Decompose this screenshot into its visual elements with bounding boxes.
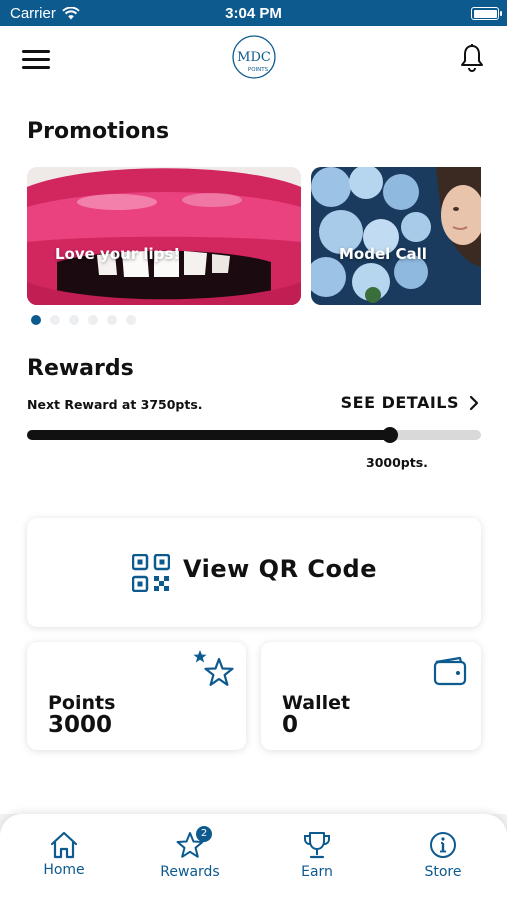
chevron-right-icon [469,395,479,410]
points-card[interactable]: Points 3000 [27,642,246,750]
info-icon [430,832,456,858]
progress-value: 3000pts. [366,455,428,470]
lips-image [27,167,301,305]
pagination-dot[interactable] [107,315,117,325]
promo-card-model-call[interactable]: Model Call [311,167,481,305]
qr-code-icon [132,554,170,592]
tab-store-label: Store [424,864,462,880]
tab-home[interactable]: Home [14,814,114,900]
rewards-badge: 2 [196,826,212,842]
pagination-dot[interactable] [69,315,79,325]
see-details-link[interactable]: SEE DETAILS [341,393,479,412]
pagination-dot[interactable] [88,315,98,325]
app-logo: MDC POINTS [232,35,276,79]
hamburger-menu-icon[interactable] [22,50,50,70]
rewards-title: Rewards [27,356,134,381]
tab-earn[interactable]: Earn [267,814,367,900]
tab-rewards[interactable]: 2 Rewards [140,814,240,900]
tab-home-label: Home [43,862,85,878]
promo-card-lips[interactable]: Love your lips! [27,167,301,305]
pagination-dot[interactable] [126,315,136,325]
promo-label-lips: Love your lips! [55,245,181,263]
wallet-value: 0 [282,712,299,738]
app-header: MDC POINTS [0,26,507,94]
wallet-label: Wallet [282,692,351,714]
main-content: Promotions Love your lips! Model Call Re… [0,94,507,814]
home-icon [50,831,78,859]
trophy-icon [304,832,330,859]
tab-earn-label: Earn [301,864,333,880]
pagination-dot[interactable] [50,315,60,325]
tab-rewards-label: Rewards [160,864,220,880]
status-bar: Carrier 3:04 PM [0,0,507,26]
battery-icon [471,7,502,20]
points-label: Points [48,692,116,714]
next-reward-text: Next Reward at 3750pts. [27,397,203,412]
progress-fill [27,430,391,440]
view-qr-code-button[interactable]: View QR Code [27,518,481,627]
notification-bell-icon[interactable] [459,43,485,73]
points-value: 3000 [48,712,113,738]
view-qr-code-label: View QR Code [183,555,377,583]
promo-label-model-call: Model Call [339,245,427,263]
rewards-progress-bar [27,427,481,443]
points-star-icon [193,650,234,686]
status-time: 3:04 PM [225,5,282,22]
logo-subtext: POINTS [248,67,269,73]
pagination-dot[interactable] [31,315,41,325]
bottom-tab-bar: Home 2 Rewards Earn Store [0,814,507,900]
see-details-label: SEE DETAILS [340,393,459,412]
wallet-card[interactable]: Wallet 0 [261,642,481,750]
logo-text: MDC [237,50,271,65]
promo-pagination[interactable] [31,315,136,325]
promotions-title: Promotions [27,119,170,144]
model-call-image [311,167,481,305]
wallet-icon [433,656,467,686]
progress-knob [382,427,399,443]
tab-store[interactable]: Store [393,814,493,900]
